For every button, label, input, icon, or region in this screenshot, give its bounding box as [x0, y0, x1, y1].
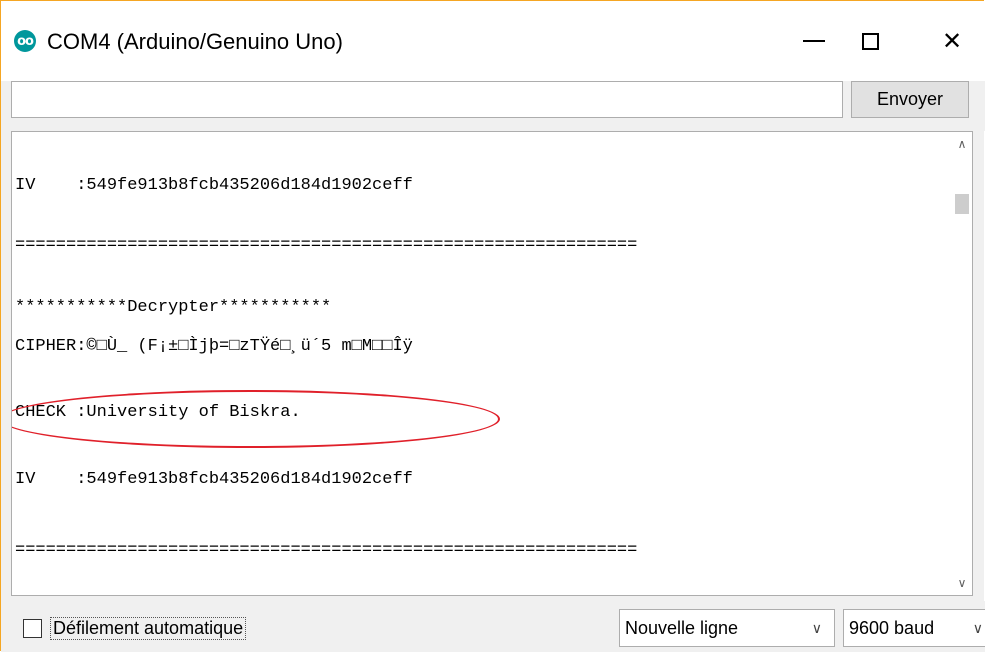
baud-rate-value: 9600 baud	[849, 617, 935, 638]
minimize-icon	[803, 40, 825, 42]
chevron-down-icon: ∨	[811, 621, 822, 637]
line-ending-select[interactable]: Nouvelle ligne ∨	[619, 609, 835, 647]
console-line: IV :549fe913b8fcb435206d184d1902ceff	[15, 470, 413, 489]
console-line: ***********Decrypter***********	[15, 298, 332, 317]
minimize-button[interactable]	[791, 21, 837, 61]
autoscroll-label[interactable]: Défilement automatique	[50, 617, 247, 640]
console-line: ========================================…	[15, 541, 638, 560]
title-bar: oo COM4 (Arduino/Genuino Uno) ✕	[1, 1, 985, 81]
serial-output[interactable]: IV :549fe913b8fcb435206d184d1902ceff ===…	[11, 131, 973, 596]
autoscroll-checkbox[interactable]	[23, 619, 42, 638]
console-line: ========================================…	[15, 236, 638, 255]
baud-rate-select[interactable]: 9600 baud ∨	[843, 609, 985, 647]
console-line: CHECK :University of Biskra.	[15, 403, 301, 422]
scroll-thumb[interactable]	[955, 194, 969, 214]
scroll-up-icon[interactable]: ∧	[952, 134, 972, 154]
autoscroll-toggle[interactable]: Défilement automatique	[23, 617, 247, 640]
send-input[interactable]	[11, 81, 843, 118]
maximize-button[interactable]	[847, 21, 893, 61]
send-button[interactable]: Envoyer	[851, 81, 969, 118]
send-row: Envoyer	[1, 81, 985, 131]
chevron-down-icon: ∨	[972, 621, 983, 637]
scroll-down-icon[interactable]: ∨	[952, 573, 972, 593]
window-title: COM4 (Arduino/Genuino Uno)	[47, 29, 343, 54]
status-bar: Défilement automatique Nouvelle ligne ∨ …	[1, 601, 985, 652]
serial-monitor-window: oo COM4 (Arduino/Genuino Uno) ✕ Envoyer …	[0, 0, 985, 652]
arduino-icon: oo	[14, 30, 36, 52]
close-button[interactable]: ✕	[929, 21, 975, 61]
console-line: IV :549fe913b8fcb435206d184d1902ceff	[15, 176, 413, 195]
maximize-icon	[861, 32, 879, 50]
line-ending-value: Nouvelle ligne	[625, 617, 739, 638]
vertical-scrollbar[interactable]: ∧ ∨	[952, 132, 972, 595]
console-line: CIPHER:©□Ù_ (F¡±□Ìjþ=□zTŸé□¸ü´5 m□M□□Îÿ	[15, 337, 413, 356]
close-icon: ✕	[941, 27, 963, 55]
